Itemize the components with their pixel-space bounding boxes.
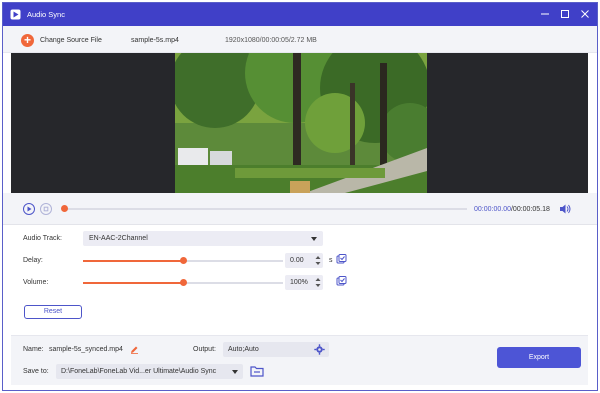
close-icon[interactable]: [578, 8, 592, 20]
output-panel: Name: sample-5s_synced.mp4 Output: Auto;…: [11, 335, 588, 385]
stop-button[interactable]: [40, 203, 52, 215]
volume-value: 100%: [290, 279, 308, 286]
window-title: Audio Sync: [27, 10, 65, 19]
seek-bar[interactable]: [65, 208, 467, 210]
spinner-arrows-icon[interactable]: [315, 276, 321, 289]
app-logo-icon: [10, 9, 21, 20]
timecode: 00:00:00.00/00:00:05.18: [474, 206, 550, 213]
saveto-label: Save to:: [23, 368, 49, 375]
volume-label: Volume:: [23, 279, 49, 286]
edit-name-icon[interactable]: [130, 345, 139, 354]
audio-track-select[interactable]: EN-AAC-2Channel: [83, 231, 323, 246]
audio-sync-window: Audio Sync + Change Source File sample-5…: [2, 2, 598, 391]
gear-icon[interactable]: [314, 344, 325, 355]
delay-slider-fill: [83, 260, 183, 262]
saveto-path: D:\FoneLab\FoneLab Vid...er Ultimate\Aud…: [61, 368, 217, 375]
volume-icon[interactable]: [559, 203, 571, 215]
chevron-down-icon: [232, 370, 238, 374]
seek-handle[interactable]: [61, 205, 68, 212]
volume-apply-icon[interactable]: [336, 276, 347, 287]
output-filename: sample-5s_synced.mp4: [49, 346, 123, 353]
add-source-button[interactable]: +: [21, 34, 34, 47]
output-label: Output:: [193, 346, 216, 353]
saveto-select[interactable]: D:\FoneLab\FoneLab Vid...er Ultimate\Aud…: [56, 364, 243, 379]
current-time: 00:00:00.00: [474, 206, 511, 213]
name-label: Name:: [23, 346, 44, 353]
volume-slider-handle[interactable]: [180, 279, 187, 286]
source-toolbar: + Change Source File sample-5s.mp4 1920x…: [3, 26, 597, 53]
video-preview: [11, 53, 588, 193]
output-format-value: Auto;Auto: [228, 346, 259, 353]
volume-input[interactable]: 100%: [285, 275, 323, 290]
total-time: /00:00:05.18: [510, 206, 550, 213]
delay-value: 0.00: [290, 257, 304, 264]
spinner-arrows-icon[interactable]: [315, 254, 321, 267]
source-file-info: 1920x1080/00:00:05/2.72 MB: [225, 37, 317, 44]
delay-slider-handle[interactable]: [180, 257, 187, 264]
title-bar: Audio Sync: [3, 3, 597, 26]
delay-label: Delay:: [23, 257, 43, 264]
minimize-icon[interactable]: [538, 8, 552, 20]
play-button[interactable]: [23, 203, 35, 215]
delay-unit: s: [329, 257, 333, 264]
reset-button[interactable]: Reset: [24, 305, 82, 319]
volume-slider-fill: [83, 282, 183, 284]
audio-track-label: Audio Track:: [23, 235, 62, 242]
video-frame: [175, 53, 427, 193]
change-source-file-button[interactable]: Change Source File: [40, 37, 102, 44]
play-icon: [27, 206, 32, 212]
stop-icon: [43, 206, 49, 212]
export-button[interactable]: Export: [497, 347, 581, 368]
delay-apply-icon[interactable]: [336, 254, 347, 265]
audio-track-value: EN-AAC-2Channel: [89, 235, 148, 242]
chevron-down-icon: [311, 237, 317, 241]
delay-input[interactable]: 0.00: [285, 253, 323, 268]
source-filename: sample-5s.mp4: [131, 37, 179, 44]
playback-controls: 00:00:00.00/00:00:05.18: [3, 193, 597, 225]
maximize-icon[interactable]: [558, 8, 572, 20]
folder-icon[interactable]: [250, 365, 264, 377]
output-format-field[interactable]: Auto;Auto: [223, 342, 329, 357]
